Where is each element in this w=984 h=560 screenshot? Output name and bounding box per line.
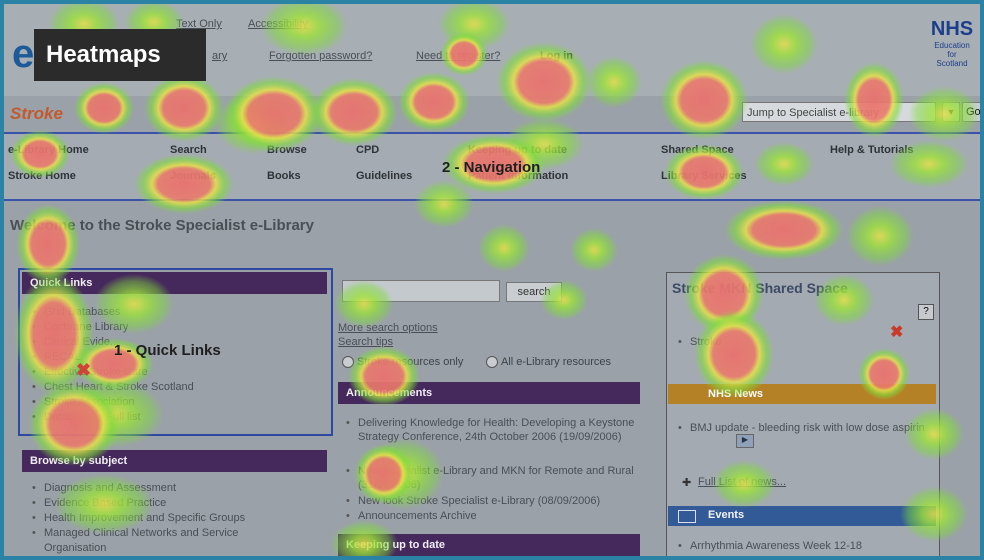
go-button[interactable]: Go bbox=[962, 102, 980, 122]
nav-elibrary-home[interactable]: e-Library Home bbox=[8, 144, 89, 156]
login-link[interactable]: Log in bbox=[540, 50, 573, 62]
announcement-item[interactable]: Delivering Knowledge for Health: Develop… bbox=[346, 416, 640, 444]
nav-shared-space[interactable]: Shared Space bbox=[661, 144, 734, 156]
heatmaps-overlay-label: Heatmaps bbox=[34, 29, 206, 81]
navigation-annotation: 2 - Navigation bbox=[442, 159, 541, 176]
subject-item-continued[interactable]: Organisation bbox=[44, 542, 106, 554]
nhs-logo: NHS Education for Scotland bbox=[930, 18, 974, 68]
register-link[interactable]: Need to register? bbox=[416, 50, 500, 62]
calendar-icon bbox=[678, 510, 696, 523]
nav-keeping-up[interactable]: Keeping up to date bbox=[468, 144, 567, 156]
quick-link-item[interactable]: Clinical Evide... bbox=[32, 336, 119, 348]
nav-books[interactable]: Books bbox=[267, 170, 301, 182]
events-header: Events bbox=[668, 506, 936, 526]
subject-item[interactable]: Managed Clinical Networks and Service bbox=[32, 527, 238, 539]
nav-help-tutorials[interactable]: Help & Tutorials bbox=[830, 144, 914, 156]
jump-select[interactable]: Jump to Specialist e-library bbox=[742, 102, 936, 122]
quick-link-item[interactable]: Cochrane Library bbox=[32, 321, 128, 333]
news-item[interactable]: BMJ update - bleeding risk with low dose… bbox=[678, 420, 926, 436]
announcement-item[interactable]: New look Stroke Specialist e-Library (08… bbox=[346, 494, 640, 508]
nav-cpd[interactable]: CPD bbox=[356, 144, 379, 156]
subject-item[interactable]: Diagnosis and Assessment bbox=[32, 482, 176, 494]
event-item[interactable]: Arrhythmia Awareness Week 12-18 bbox=[678, 540, 862, 552]
quick-link-item[interactable]: Databases - Full list bbox=[32, 411, 141, 423]
nav-search[interactable]: Search bbox=[170, 144, 207, 156]
nav-stroke-home[interactable]: Stroke Home bbox=[8, 170, 76, 182]
radio-all-resources[interactable] bbox=[486, 356, 498, 368]
quick-link-item[interactable]: Grid Databases bbox=[32, 306, 121, 318]
site-name: Stroke bbox=[10, 104, 63, 123]
forgotten-password-link[interactable]: Forgotten password? bbox=[269, 50, 372, 62]
announcements-header: Announcements bbox=[338, 382, 640, 404]
nav-bottom-line bbox=[4, 199, 980, 201]
quick-links-annotation: 1 - Quick Links bbox=[114, 342, 221, 359]
accessibility-link[interactable]: Accessibility bbox=[248, 18, 308, 30]
more-search-options-link[interactable]: More search options bbox=[338, 322, 438, 334]
help-icon[interactable]: ? bbox=[918, 304, 934, 320]
announcement-item[interactable]: New Specialist e-Library and MKN for Rem… bbox=[346, 464, 640, 492]
chevron-down-icon[interactable]: ▼ bbox=[942, 102, 960, 122]
search-input[interactable] bbox=[342, 280, 500, 302]
welcome-heading: Welcome to the Stroke Specialist e-Libra… bbox=[10, 217, 314, 234]
radio-stroke-only[interactable] bbox=[342, 356, 354, 368]
ary-link[interactable]: ary bbox=[212, 50, 227, 62]
quick-link-item[interactable]: Chest Heart & Stroke Scotland bbox=[32, 381, 194, 393]
arrow-right-icon[interactable]: ▶ bbox=[736, 434, 754, 448]
subject-item[interactable]: Health Improvement and Specific Groups bbox=[32, 512, 245, 524]
nav-journals[interactable]: Journals bbox=[170, 170, 216, 182]
nav-guidelines[interactable]: Guidelines bbox=[356, 170, 412, 182]
nav-browse[interactable]: Browse bbox=[267, 144, 307, 156]
brand-letter: e bbox=[12, 32, 35, 76]
shared-space-item[interactable]: Stroke bbox=[678, 336, 722, 348]
keeping-up-header: Keeping up to date bbox=[338, 534, 640, 556]
search-tips-link[interactable]: Search tips bbox=[338, 336, 393, 348]
announcements-archive-link[interactable]: Announcements Archive bbox=[346, 510, 640, 522]
events-title: Events bbox=[708, 509, 745, 521]
nav-library-services[interactable]: Library Services bbox=[661, 170, 747, 182]
nhs-news-header: NHS News bbox=[668, 384, 936, 404]
nav-top-line bbox=[4, 132, 980, 134]
shared-space-title: Stroke MKN Shared Space bbox=[672, 280, 848, 296]
cursor-x-marker-icon: ✖ bbox=[76, 360, 92, 380]
quick-link-item[interactable]: Effective Stroke Care bbox=[32, 366, 148, 378]
browse-by-subject-header: Browse by subject bbox=[22, 450, 327, 472]
search-button[interactable]: search bbox=[506, 282, 562, 302]
radio-stroke-only-label: Stroke resources only bbox=[357, 356, 464, 368]
plus-icon: ✚ bbox=[682, 477, 692, 489]
radio-all-resources-label: All e-Library resources bbox=[501, 356, 612, 368]
screenshot-frame: Text Only Accessibility e Stroke ary For… bbox=[4, 4, 980, 556]
quick-link-item[interactable]: Stroke Association bbox=[32, 396, 134, 408]
full-news-list-link[interactable]: Full List of news... bbox=[698, 476, 786, 488]
subject-item[interactable]: Evidence Based Practice bbox=[32, 497, 166, 509]
quick-links-header: Quick Links bbox=[22, 272, 327, 294]
close-icon[interactable]: ✖ bbox=[890, 322, 903, 342]
